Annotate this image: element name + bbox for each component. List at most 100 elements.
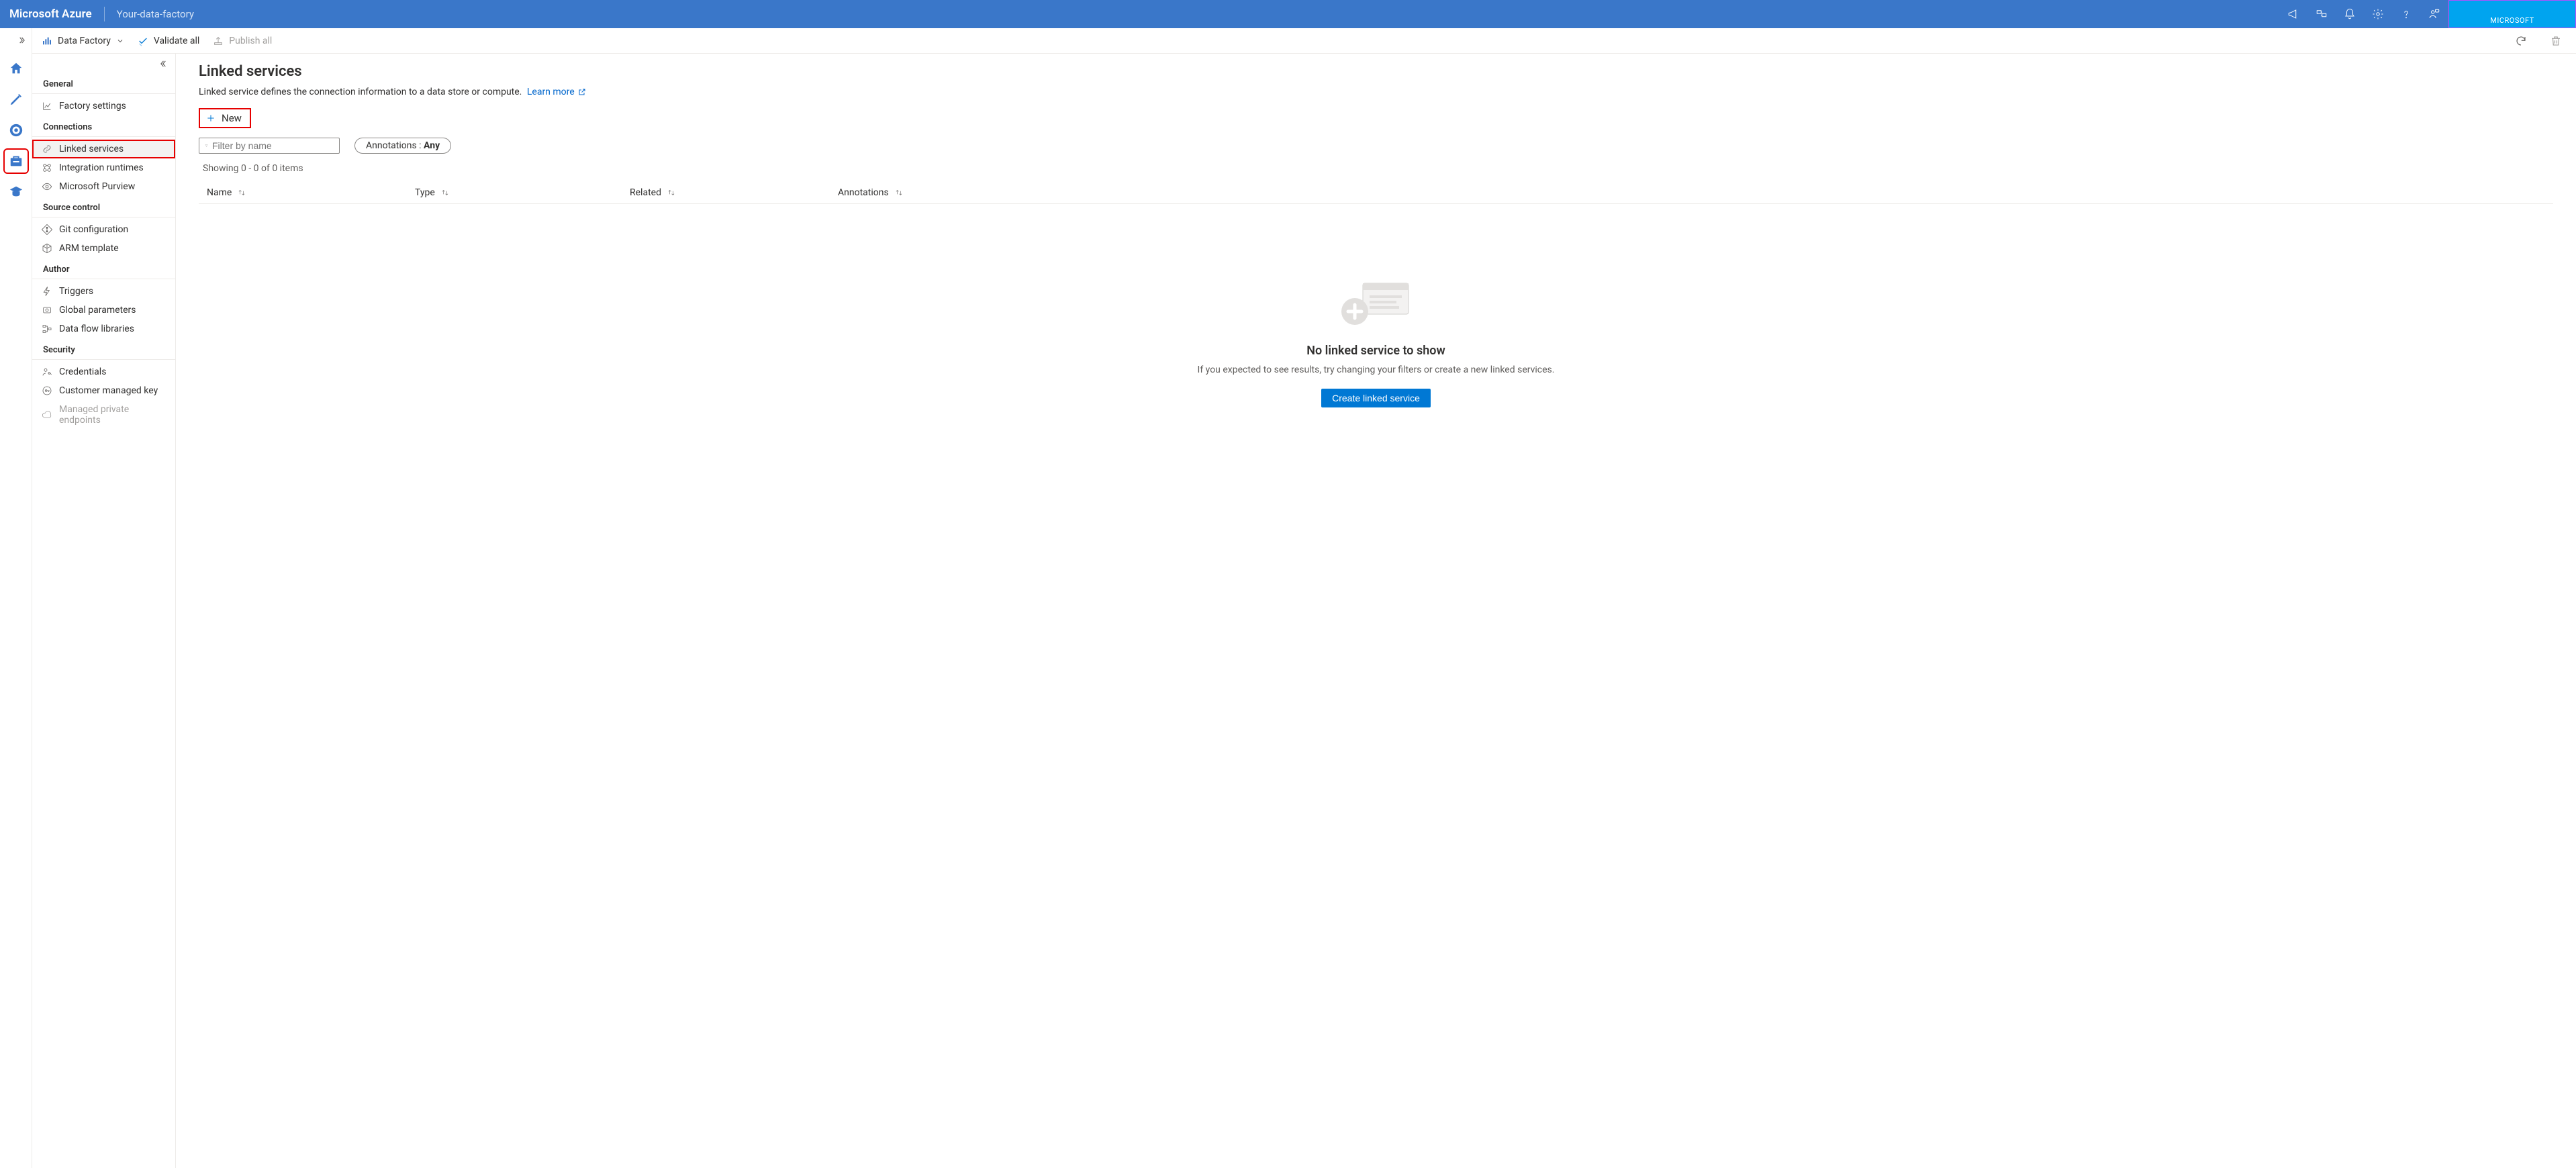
sidebar-item-label: Customer managed key xyxy=(59,385,158,396)
link-icon xyxy=(42,144,52,154)
desc-text: Linked service defines the connection in… xyxy=(199,87,522,97)
plus-icon xyxy=(205,113,216,124)
person-key-icon xyxy=(42,367,52,377)
sidebar-item-credentials[interactable]: Credentials xyxy=(32,362,175,381)
empty-illustration xyxy=(1336,278,1417,332)
section-general: General xyxy=(32,72,175,94)
scope-label: Data Factory xyxy=(58,36,111,46)
sidebar-item-customer-managed-key[interactable]: Customer managed key xyxy=(32,381,175,400)
sidebar-item-factory-settings[interactable]: Factory settings xyxy=(32,97,175,115)
sort-icon xyxy=(237,188,246,197)
key-circle-icon xyxy=(42,385,52,396)
sidebar-item-triggers[interactable]: Triggers xyxy=(32,282,175,301)
empty-title: No linked service to show xyxy=(1306,344,1445,358)
sort-icon xyxy=(440,188,450,197)
megaphone-icon[interactable] xyxy=(2279,0,2307,28)
help-icon[interactable] xyxy=(2392,0,2420,28)
sidebar-item-label: Factory settings xyxy=(59,101,126,111)
filter-by-name-input[interactable] xyxy=(199,138,340,154)
rail-author-icon[interactable] xyxy=(5,89,27,110)
resource-name[interactable]: Your-data-factory xyxy=(105,8,194,20)
gear-icon[interactable] xyxy=(2364,0,2392,28)
nav-rail xyxy=(0,28,32,1168)
column-name[interactable]: Name xyxy=(207,187,415,198)
bolt-icon xyxy=(42,286,52,297)
tenant-label: MICROSOFT xyxy=(2490,16,2534,25)
brand-label[interactable]: Microsoft Azure xyxy=(9,7,105,21)
learn-more-link[interactable]: Learn more xyxy=(527,87,586,97)
section-source-control: Source control xyxy=(32,196,175,217)
result-count: Showing 0 - 0 of 0 items xyxy=(203,163,2553,174)
rail-learn-icon[interactable] xyxy=(5,181,27,203)
cube-icon xyxy=(42,243,52,254)
section-author: Author xyxy=(32,258,175,279)
sort-icon xyxy=(894,188,904,197)
empty-state: No linked service to show If you expecte… xyxy=(199,278,2553,407)
section-security: Security xyxy=(32,338,175,360)
validate-all-button[interactable]: Validate all xyxy=(138,36,199,46)
discard-button[interactable] xyxy=(2545,30,2567,52)
sidebar-item-label: Microsoft Purview xyxy=(59,181,135,192)
column-related[interactable]: Related xyxy=(630,187,838,198)
annotations-value: Any xyxy=(424,140,440,151)
param-icon xyxy=(42,305,52,315)
sort-icon xyxy=(667,188,676,197)
eye-icon xyxy=(42,181,52,192)
rail-home-icon[interactable] xyxy=(5,58,27,79)
sidebar-item-git-configuration[interactable]: Git configuration xyxy=(32,220,175,239)
cloud-icon xyxy=(42,409,52,420)
page-title: Linked services xyxy=(199,63,2553,80)
sidebar-item-global-parameters[interactable]: Global parameters xyxy=(32,301,175,320)
scope-selector[interactable]: Data Factory xyxy=(42,36,124,46)
main-content: Linked services Linked service defines t… xyxy=(176,54,2576,1168)
empty-subtitle: If you expected to see results, try chan… xyxy=(1198,364,1555,375)
column-type[interactable]: Type xyxy=(415,187,630,198)
sidebar-item-label: Data flow libraries xyxy=(59,324,134,334)
sidebar-item-label: Linked services xyxy=(59,144,124,154)
annotations-label: Annotations : xyxy=(366,140,424,151)
chevron-down-icon xyxy=(116,37,124,45)
publish-all-button[interactable]: Publish all xyxy=(213,36,272,46)
sidebar-item-label: Integration runtimes xyxy=(59,162,144,173)
column-annotations[interactable]: Annotations xyxy=(838,187,2553,198)
create-linked-service-button[interactable]: Create linked service xyxy=(1321,389,1431,407)
sidebar-item-label: ARM template xyxy=(59,243,119,254)
table-header: Name Type Related Annotations xyxy=(199,182,2553,204)
new-button-label: New xyxy=(222,112,242,124)
annotations-filter-button[interactable]: Annotations : Any xyxy=(354,138,451,154)
sidebar-item-data-flow-libraries[interactable]: Data flow libraries xyxy=(32,320,175,338)
refresh-button[interactable] xyxy=(2510,30,2532,52)
bell-icon[interactable] xyxy=(2336,0,2364,28)
sidebar-collapse-button[interactable] xyxy=(32,58,175,72)
validate-label: Validate all xyxy=(154,36,199,46)
header-actions xyxy=(2279,0,2448,28)
runtime-icon xyxy=(42,162,52,173)
git-icon xyxy=(42,224,52,235)
page-description: Linked service defines the connection in… xyxy=(199,87,2553,97)
sidebar-item-microsoft-purview[interactable]: Microsoft Purview xyxy=(32,177,175,196)
app-header: Microsoft Azure Your-data-factory MICROS… xyxy=(0,0,2576,28)
flow-icon xyxy=(42,324,52,334)
feedback-icon[interactable] xyxy=(2307,0,2336,28)
rail-expand-button[interactable] xyxy=(0,32,32,48)
command-bar: Data Factory Validate all Publish all xyxy=(32,28,2576,54)
chart-icon xyxy=(42,101,52,111)
filter-input-field[interactable] xyxy=(212,140,334,151)
filter-icon xyxy=(205,141,208,150)
account-tile[interactable]: MICROSOFT xyxy=(2448,0,2576,28)
sidebar-item-arm-template[interactable]: ARM template xyxy=(32,239,175,258)
external-link-icon xyxy=(578,88,586,96)
sidebar-item-label: Triggers xyxy=(59,286,93,297)
manage-sidebar: General Factory settings Connections Lin… xyxy=(32,54,176,1168)
sidebar-item-managed-private-endpoints: Managed private endpoints xyxy=(32,400,175,430)
sidebar-item-label: Git configuration xyxy=(59,224,128,235)
section-connections: Connections xyxy=(32,115,175,137)
person-feedback-icon[interactable] xyxy=(2420,0,2448,28)
rail-monitor-icon[interactable] xyxy=(5,119,27,141)
sidebar-item-integration-runtimes[interactable]: Integration runtimes xyxy=(32,158,175,177)
sidebar-item-label: Managed private endpoints xyxy=(59,404,167,426)
sidebar-item-label: Global parameters xyxy=(59,305,136,315)
sidebar-item-linked-services[interactable]: Linked services xyxy=(32,140,175,158)
new-button[interactable]: New xyxy=(199,108,251,128)
rail-manage-icon[interactable] xyxy=(5,150,27,172)
